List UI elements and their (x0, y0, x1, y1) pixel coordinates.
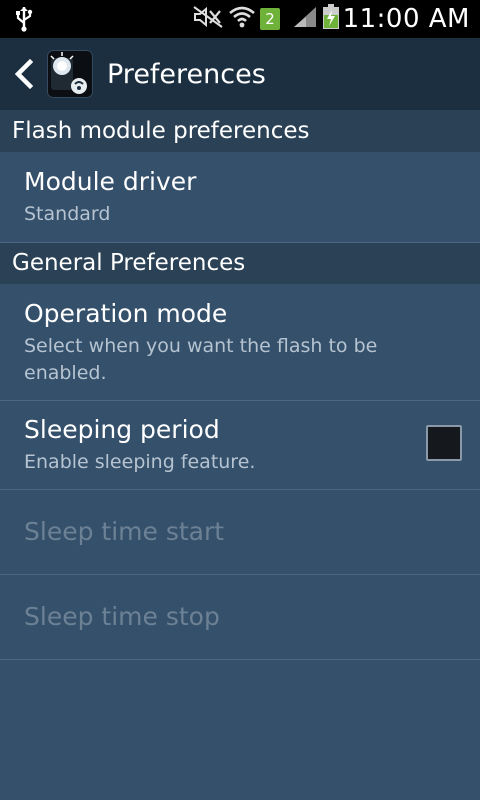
pref-summary: Standard (24, 203, 111, 225)
wifi-icon (228, 5, 256, 33)
pref-item-sleep-time-start: Sleep time start (0, 490, 480, 575)
section-header-general: General Preferences (0, 243, 480, 284)
action-bar: Preferences (0, 38, 480, 111)
pref-summary: Select when you want the flash to be ena… (24, 335, 378, 384)
pref-title: Sleeping period (24, 415, 220, 444)
signal-icon (292, 5, 318, 33)
pref-title: Operation mode (24, 299, 228, 328)
pref-title: Module driver (24, 167, 197, 196)
page-title: Preferences (107, 59, 266, 90)
mute-icon (192, 5, 224, 33)
section-header-flash-module: Flash module preferences (0, 111, 480, 152)
notification-count-badge: 2 (260, 8, 280, 30)
battery-charging-icon (322, 4, 340, 34)
status-icons: 2 (192, 4, 340, 34)
flashlight-app-icon[interactable] (47, 50, 93, 98)
pref-item-module-driver[interactable]: Module driver Standard (0, 152, 480, 243)
pref-item-sleep-time-stop: Sleep time stop (0, 575, 480, 660)
status-time: 11:00 AM (342, 4, 470, 34)
chevron-left-icon[interactable] (10, 58, 38, 90)
status-bar: 2 11:00 AM (0, 0, 480, 38)
sleeping-period-checkbox[interactable] (426, 425, 462, 461)
pref-title: Sleep time start (24, 517, 225, 546)
pref-item-operation-mode[interactable]: Operation mode Select when you want the … (0, 284, 480, 401)
pref-item-sleeping-period[interactable]: Sleeping period Enable sleeping feature. (0, 401, 480, 490)
pref-summary: Enable sleeping feature. (24, 451, 256, 473)
pref-title: Sleep time stop (24, 602, 220, 631)
usb-icon (14, 6, 34, 36)
